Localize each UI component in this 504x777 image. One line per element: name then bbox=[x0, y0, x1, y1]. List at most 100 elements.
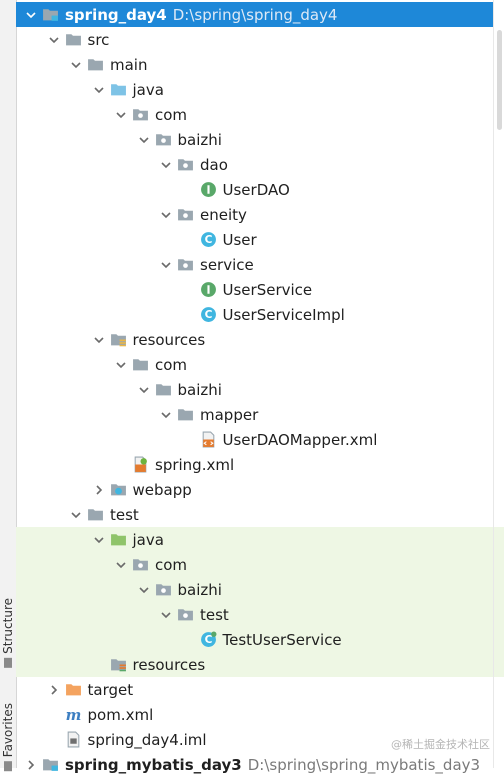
structure-tool-tab[interactable]: Structure bbox=[0, 598, 17, 668]
tree-row-spring-xml[interactable]: spring.xml bbox=[16, 452, 494, 477]
tree-item-label: resources bbox=[132, 655, 206, 674]
arrow-spacer bbox=[182, 277, 196, 302]
tree-row-java[interactable]: java bbox=[16, 527, 504, 552]
tree-row-userdao[interactable]: UserDAO bbox=[16, 177, 494, 202]
folder-icon bbox=[87, 506, 104, 523]
tree-row-test[interactable]: test bbox=[16, 502, 494, 527]
package-icon bbox=[155, 581, 172, 598]
tree-item-label: UserService bbox=[222, 280, 313, 299]
tree-row-src[interactable]: src bbox=[16, 27, 494, 52]
tree-row-user[interactable]: C User bbox=[16, 227, 494, 252]
expand-arrow-icon[interactable] bbox=[92, 77, 106, 102]
tree-item-label: eneity bbox=[200, 205, 247, 224]
tree-item-label: java bbox=[132, 530, 164, 549]
tree-row-com[interactable]: com bbox=[16, 102, 494, 127]
tree-row-baizhi[interactable]: baizhi bbox=[16, 577, 504, 602]
expand-arrow-icon[interactable] bbox=[69, 52, 83, 77]
iml-file-icon bbox=[65, 731, 82, 748]
expand-arrow-icon[interactable] bbox=[159, 602, 173, 627]
package-icon bbox=[177, 156, 194, 173]
tree-row-baizhi[interactable]: baizhi bbox=[16, 377, 494, 402]
svg-text:m: m bbox=[65, 706, 81, 723]
spring-xml-icon bbox=[132, 456, 149, 473]
tree-row-webapp[interactable]: webapp bbox=[16, 477, 494, 502]
expand-arrow-icon[interactable] bbox=[137, 127, 151, 152]
class-icon: C bbox=[200, 231, 217, 248]
tree-row-dao[interactable]: dao bbox=[16, 152, 494, 177]
tree-row-target[interactable]: target bbox=[16, 677, 494, 702]
tree-item-label: UserDAOMapper.xml bbox=[222, 430, 378, 449]
folder-icon bbox=[132, 356, 149, 373]
arrow-spacer bbox=[47, 727, 61, 752]
tree-item-label: com bbox=[155, 555, 188, 574]
favorites-tool-tab[interactable]: Favorites bbox=[0, 703, 17, 772]
tree-row-main[interactable]: main bbox=[16, 52, 494, 77]
tree-item-label: com bbox=[155, 355, 188, 374]
tree-item-label: spring.xml bbox=[155, 455, 235, 474]
tree-row-spring-mybatis-day3[interactable]: spring_mybatis_day3 D:\spring\spring_myba… bbox=[16, 752, 494, 777]
expand-arrow-icon[interactable] bbox=[24, 2, 38, 27]
collapse-arrow-icon[interactable] bbox=[24, 752, 38, 777]
project-folder-icon bbox=[42, 6, 59, 23]
tree-row-userdaomapper-xml[interactable]: UserDAOMapper.xml bbox=[16, 427, 494, 452]
expand-arrow-icon[interactable] bbox=[114, 352, 128, 377]
tree-row-eneity[interactable]: eneity bbox=[16, 202, 494, 227]
tree-item-label: java bbox=[132, 80, 164, 99]
test-resources-folder-icon bbox=[110, 656, 127, 673]
arrow-spacer bbox=[182, 302, 196, 327]
project-tree: spring_day4 D:\spring\spring_day4 src main j… bbox=[16, 2, 504, 777]
tree-row-testuserservice[interactable]: C TestUserService bbox=[16, 627, 504, 652]
excluded-folder-icon bbox=[65, 681, 82, 698]
arrow-spacer bbox=[182, 177, 196, 202]
arrow-spacer bbox=[182, 427, 196, 452]
tree-item-label: mapper bbox=[200, 405, 259, 424]
tree-row-userservice[interactable]: UserService bbox=[16, 277, 494, 302]
expand-arrow-icon[interactable] bbox=[137, 577, 151, 602]
tree-row-test[interactable]: test bbox=[16, 602, 504, 627]
tree-row-service[interactable]: service bbox=[16, 252, 494, 277]
expand-arrow-icon[interactable] bbox=[159, 202, 173, 227]
collapse-arrow-icon[interactable] bbox=[47, 677, 61, 702]
tree-row-resources[interactable]: resources bbox=[16, 652, 504, 677]
source-folder-icon bbox=[110, 81, 127, 98]
tree-item-label: UserDAO bbox=[222, 180, 290, 199]
tree-row-baizhi[interactable]: baizhi bbox=[16, 127, 494, 152]
package-icon bbox=[177, 206, 194, 223]
tree-item-label: test bbox=[110, 505, 139, 524]
collapse-arrow-icon[interactable] bbox=[92, 477, 106, 502]
tree-item-label: spring_day4.iml bbox=[87, 730, 207, 749]
expand-arrow-icon[interactable] bbox=[92, 527, 106, 552]
tree-row-com[interactable]: com bbox=[16, 352, 494, 377]
package-icon bbox=[155, 131, 172, 148]
tree-item-path: D:\spring\spring_day4 bbox=[172, 5, 338, 24]
scrollbar-thumb[interactable] bbox=[497, 30, 502, 130]
arrow-spacer bbox=[182, 627, 196, 652]
expand-arrow-icon[interactable] bbox=[159, 152, 173, 177]
tree-item-label: com bbox=[155, 105, 188, 124]
tree-row-mapper[interactable]: mapper bbox=[16, 402, 494, 427]
expand-arrow-icon[interactable] bbox=[159, 252, 173, 277]
expand-arrow-icon[interactable] bbox=[69, 502, 83, 527]
maven-icon: m bbox=[65, 706, 82, 723]
tree-row-pom-xml[interactable]: m pom.xml bbox=[16, 702, 494, 727]
expand-arrow-icon[interactable] bbox=[47, 27, 61, 52]
tree-row-java[interactable]: java bbox=[16, 77, 494, 102]
tree-row-userserviceimpl[interactable]: C UserServiceImpl bbox=[16, 302, 494, 327]
tree-row-com[interactable]: com bbox=[16, 552, 504, 577]
expand-arrow-icon[interactable] bbox=[114, 552, 128, 577]
resources-folder-icon bbox=[110, 331, 127, 348]
expand-arrow-icon[interactable] bbox=[159, 402, 173, 427]
vertical-scrollbar[interactable] bbox=[493, 0, 504, 768]
test-source-folder-icon bbox=[110, 531, 127, 548]
arrow-spacer bbox=[92, 652, 106, 677]
tree-row-spring-day4[interactable]: spring_day4 D:\spring\spring_day4 bbox=[16, 2, 494, 27]
expand-arrow-icon[interactable] bbox=[92, 327, 106, 352]
expand-arrow-icon[interactable] bbox=[137, 377, 151, 402]
test-class-icon: C bbox=[200, 631, 217, 648]
structure-icon bbox=[4, 657, 12, 668]
tree-row-resources[interactable]: resources bbox=[16, 327, 494, 352]
class-icon: C bbox=[200, 306, 217, 323]
expand-arrow-icon[interactable] bbox=[114, 102, 128, 127]
tree-item-label: baizhi bbox=[177, 380, 222, 399]
arrow-spacer bbox=[114, 452, 128, 477]
